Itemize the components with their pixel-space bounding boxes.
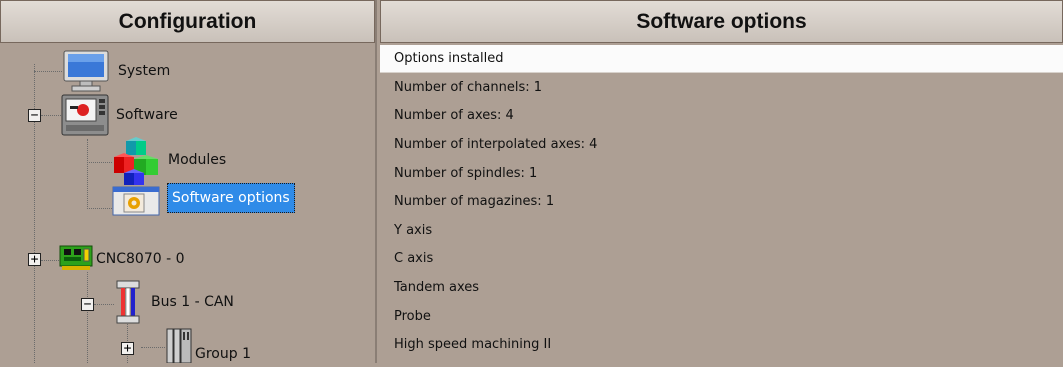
list-item: High speed machining II [394,337,552,353]
tree-line [94,304,114,305]
monitor-icon[interactable] [63,50,109,96]
tree-line [34,71,62,72]
tree-line [87,162,112,163]
configuration-panel: Configuration System − Software Modules … [0,0,377,364]
list-item: Number of magazines: 1 [394,194,555,210]
tree-item-group[interactable]: Group 1 [195,346,251,362]
tree-item-software[interactable]: Software [116,107,178,123]
list-item: Tandem axes [394,279,480,295]
list-item: Probe [394,308,431,324]
software-options-panel: Software options Options installed Numbe… [380,0,1063,363]
io-rack-icon[interactable] [166,328,192,367]
list-item: Number of spindles: 1 [394,165,538,181]
tree-line [87,139,88,209]
tree-line [87,272,88,363]
expand-group-button[interactable]: + [121,342,134,355]
options-installed-list: Options installed Number of channels: 1 … [380,45,1063,359]
tree-line [41,115,61,116]
bus-connector-icon[interactable] [114,280,142,328]
collapse-software-button[interactable]: − [28,109,41,122]
tree-line [141,347,165,348]
options-installed-header: Options installed [380,45,1063,73]
cnc-panel-icon[interactable] [61,94,109,140]
collapse-bus-button[interactable]: − [81,298,94,311]
list-item: Number of axes: 4 [394,108,514,124]
configuration-tree: System − Software Modules Software optio… [0,44,375,364]
tree-item-software-options[interactable]: Software options [167,183,295,213]
list-item: C axis [394,251,434,267]
software-options-title: Software options [380,0,1063,43]
list-item: Y axis [394,222,433,238]
list-item: Number of channels: 1 [394,79,543,95]
software-options-icon[interactable] [112,186,160,220]
modules-cubes-icon[interactable] [112,137,160,191]
tree-line [41,260,59,261]
tree-item-modules[interactable]: Modules [168,152,226,168]
tree-item-system[interactable]: System [118,63,170,79]
tree-item-cnc8070[interactable]: CNC8070 - 0 [96,251,185,267]
circuit-board-icon[interactable] [59,243,93,277]
tree-item-bus[interactable]: Bus 1 - CAN [151,294,234,310]
expand-cnc-button[interactable]: + [28,253,41,266]
configuration-title: Configuration [0,0,375,43]
list-item: Number of interpolated axes: 4 [394,136,598,152]
tree-line [87,208,112,209]
